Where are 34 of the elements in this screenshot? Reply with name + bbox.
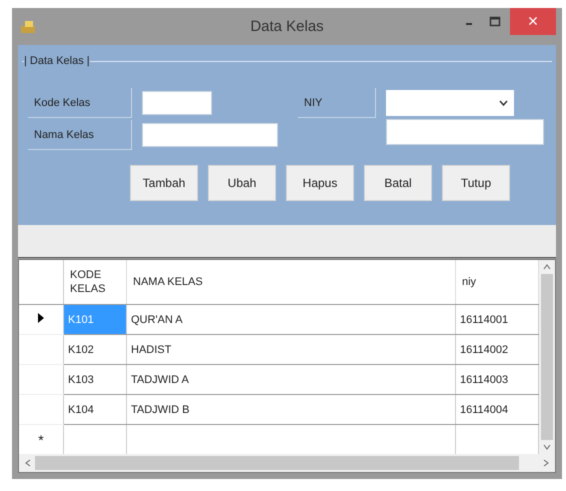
table-cell: K101 xyxy=(64,304,126,334)
table-cell: K102 xyxy=(64,334,126,364)
action-button[interactable]: Tambah xyxy=(130,165,198,202)
scroll-left-icon[interactable] xyxy=(25,459,31,467)
table-cell: QUR'AN A xyxy=(126,304,456,334)
field-label: Kode Kelas xyxy=(28,88,132,118)
dropdown-field[interactable] xyxy=(386,90,514,116)
text-field[interactable] xyxy=(386,119,544,146)
group-title: | Data Kelas | xyxy=(24,55,90,68)
window-title: Data Kelas xyxy=(250,18,324,36)
scroll-down-icon[interactable] xyxy=(543,444,551,450)
table-cell: K103 xyxy=(64,364,126,394)
table-cell: K104 xyxy=(64,394,126,424)
new-row-marker: * xyxy=(38,432,44,448)
table-cell: TADJWID B xyxy=(126,394,456,424)
chevron-down-icon xyxy=(499,100,508,106)
vertical-scrollbar[interactable] xyxy=(539,260,555,454)
horizontal-scrollbar[interactable] xyxy=(19,454,555,472)
text-field[interactable] xyxy=(142,123,278,148)
row-pointer-icon xyxy=(38,313,44,323)
app-icon xyxy=(20,20,36,34)
scroll-right-icon[interactable] xyxy=(543,459,549,467)
table-cell: TADJWID A xyxy=(126,364,456,394)
column-header[interactable]: NAMA KELAS xyxy=(126,260,456,304)
text-field[interactable] xyxy=(142,91,212,116)
close-button[interactable]: × xyxy=(510,8,556,35)
scroll-up-icon[interactable] xyxy=(543,264,551,270)
action-button[interactable]: Hapus xyxy=(286,165,354,202)
action-button[interactable]: Ubah xyxy=(208,165,276,202)
field-label: NIY xyxy=(298,88,376,118)
field-label: Nama Kelas xyxy=(28,120,132,150)
table-cell: HADIST xyxy=(126,334,456,364)
action-button[interactable]: Tutup xyxy=(442,165,510,202)
action-button[interactable]: Batal xyxy=(364,165,432,202)
